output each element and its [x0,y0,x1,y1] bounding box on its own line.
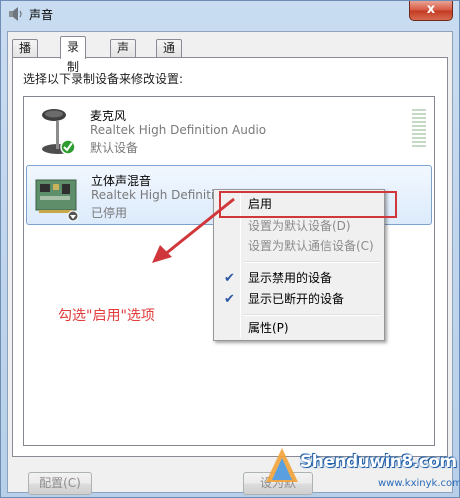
tab-playback[interactable]: 播放 [12,39,39,72]
annotation-arrow-icon [152,197,235,263]
menu-item-set-default[interactable]: 设置为默认设备(D) [216,216,382,237]
tab-sounds[interactable]: 声音 [110,39,137,72]
watermark-text: Shenduwin8.com [300,452,457,472]
tab-communications[interactable]: 通信 [156,39,183,72]
menu-item-properties[interactable]: 属性(P) [216,318,382,339]
menu-item-label: 设置为默认设备(D) [248,219,351,233]
menu-item-set-default-comm[interactable]: 设置为默认通信设备(C) [216,236,382,257]
device-name: 麦克风 [90,109,127,123]
sound-card-icon [35,179,79,222]
menu-item-show-disconnected[interactable]: ✔ 显示已断开的设备 [216,289,382,310]
menu-item-label: 显示禁用的设备 [248,271,333,285]
menu-separator [244,261,380,263]
device-status: 默认设备 [90,141,139,155]
checkmark-icon: ✔ [224,292,235,307]
menu-item-label: 设置为默认通信设备(C) [248,239,374,253]
menu-item-label: 显示已断开的设备 [248,292,345,306]
tab-recording[interactable]: 录制 [60,36,87,74]
window-title: 声音 [29,8,54,22]
menu-item-label: 属性(P) [248,321,289,335]
device-description: Realtek High Definition Audio [90,123,267,137]
annotation-text: 勾选"启用"选项 [58,308,155,324]
speaker-icon [9,7,22,21]
annotation-highlight-box [219,191,397,218]
watermark-url: www.kxinyk.com [378,478,460,489]
title-bar[interactable]: 声音 x [1,1,459,27]
instruction-text: 选择以下录制设备来修改设置: [23,72,184,86]
device-microphone[interactable]: 麦克风 Realtek High Definition Audio 默认设备 [26,101,432,161]
checkmark-icon: ✔ [224,271,235,286]
device-name: 立体声混音 [91,174,152,188]
device-status: 已停用 [91,206,128,220]
level-meter [412,109,426,149]
watermark: Shenduwin8.com www.kxinyk.com [260,442,460,498]
menu-separator [244,314,380,316]
menu-item-show-disabled[interactable]: ✔ 显示禁用的设备 [216,268,382,289]
microphone-icon [42,109,76,155]
watermark-logo-icon [266,448,298,482]
configure-button[interactable]: 配置(C) [28,472,92,495]
close-button[interactable]: x [409,1,453,21]
